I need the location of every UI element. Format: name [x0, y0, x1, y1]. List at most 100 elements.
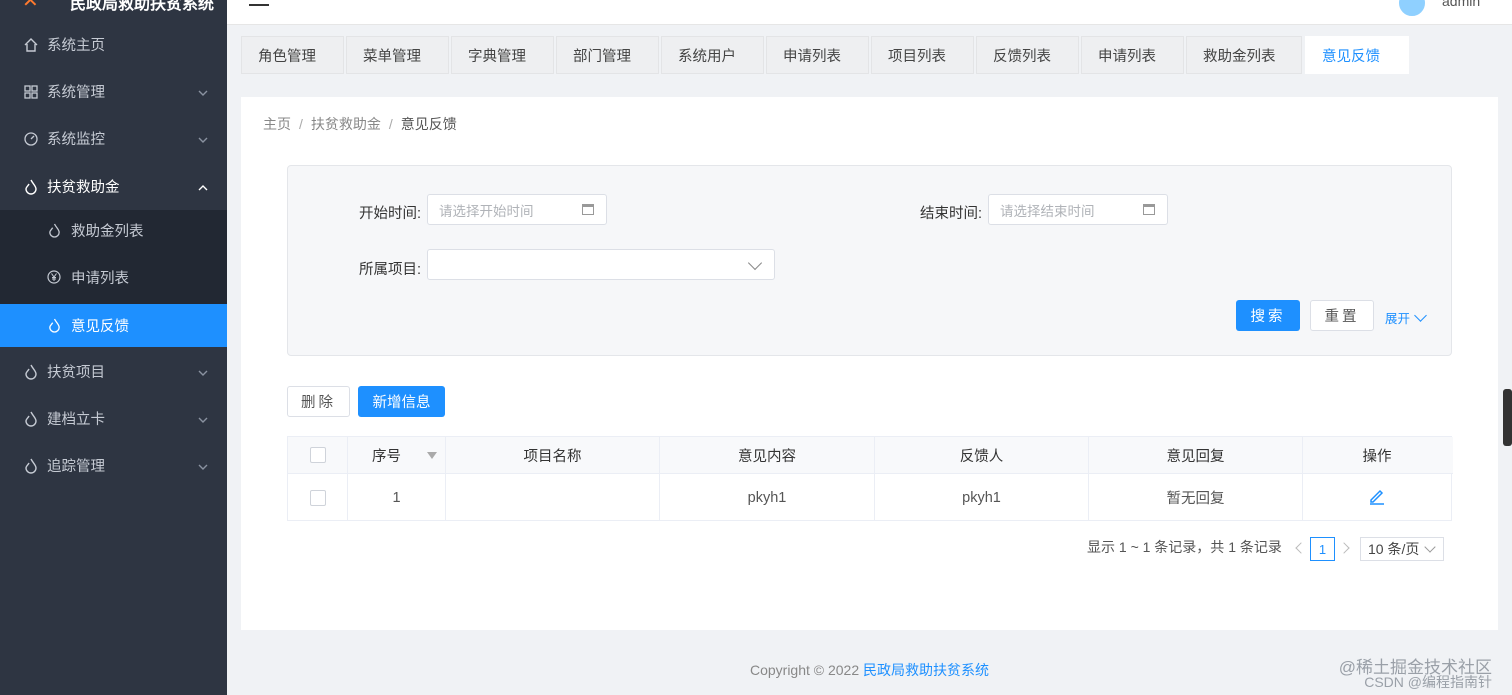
search-button[interactable]: 搜索 [1236, 300, 1300, 331]
add-button[interactable]: 新增信息 [358, 386, 445, 417]
scrollbar-grip[interactable] [1503, 389, 1512, 446]
grid-icon [22, 83, 40, 101]
reset-button[interactable]: 重置 [1310, 300, 1374, 331]
tab-feedback-list[interactable]: 反馈列表 [976, 36, 1079, 74]
column-header-label: 操作 [1362, 448, 1392, 465]
tab-aid-list[interactable]: 救助金列表 [1186, 36, 1302, 74]
tab-label: 字典管理 [468, 48, 526, 65]
cell-actions [1303, 474, 1451, 521]
row-checkbox[interactable] [309, 489, 326, 506]
sidebar-item-system-management[interactable]: 系统管理 [0, 68, 227, 115]
filter-icon[interactable] [427, 452, 437, 459]
start-time-placeholder: 请选择开始时间 [439, 203, 534, 219]
pagination-summary: 显示 1 ~ 1 条记录，共 1 条记录 [1087, 539, 1282, 555]
next-page-icon[interactable] [1338, 542, 1350, 554]
flame-icon [22, 363, 40, 381]
tab-label: 系统用户 [678, 48, 736, 65]
sidebar-item-label: 系统管理 [47, 85, 105, 101]
sidebar-item-label: 追踪管理 [47, 459, 105, 475]
footer: Copyright © 2022 民政局救助扶贫系统 [227, 660, 1512, 680]
flame-icon [46, 318, 62, 334]
column-header-index[interactable]: 序号 [348, 437, 446, 473]
cell-index: 1 [348, 474, 446, 521]
column-header-actions: 操作 [1303, 437, 1451, 473]
tab-application-list-2[interactable]: 申请列表 [1081, 36, 1184, 74]
logo-icon: ✕ [22, 0, 39, 12]
chevron-up-icon [197, 181, 209, 193]
sidebar-subitem-label: 意见反馈 [71, 319, 129, 335]
sidebar-item-label: 建档立卡 [47, 412, 105, 428]
cell-person: pkyh1 [875, 474, 1089, 521]
sidebar-submenu: 救助金列表 申请列表 意见反馈 [0, 210, 227, 347]
tab-menu-management[interactable]: 菜单管理 [346, 36, 449, 74]
expand-label: 展开 [1385, 312, 1411, 326]
table-row[interactable]: 1 pkyh1 pkyh1 暂无回复 [288, 474, 1453, 521]
feedback-table: 序号 项目名称 意见内容 反馈人 意见回复 操作 1 pkyh1 pkyh1 暂… [287, 436, 1453, 521]
row-select-cell [288, 474, 348, 521]
expand-toggle[interactable]: 展开 [1385, 308, 1427, 327]
sidebar-subitem-aid-list[interactable]: 救助金列表 [0, 210, 227, 250]
cell-project [446, 474, 660, 521]
sidebar-item-home[interactable]: 系统主页 [0, 21, 227, 68]
tab-bar: 角色管理 菜单管理 字典管理 部门管理 系统用户 申请列表 项目列表 反馈列表 … [227, 25, 1512, 85]
delete-button[interactable]: 删除 [287, 386, 350, 417]
chevron-down-icon [1424, 541, 1436, 553]
breadcrumb-parent[interactable]: 扶贫救助金 [311, 116, 381, 132]
avatar[interactable] [1397, 0, 1427, 18]
breadcrumb-home[interactable]: 主页 [263, 116, 291, 132]
calendar-icon [1143, 204, 1155, 215]
column-header-content: 意见内容 [660, 437, 875, 473]
chevron-down-icon [197, 86, 209, 98]
tab-label: 部门管理 [573, 48, 631, 65]
calendar-icon [582, 204, 594, 215]
tab-label: 反馈列表 [993, 48, 1051, 65]
watermark-csdn: CSDN @编程指南针 [1364, 674, 1492, 690]
cell-reply: 暂无回复 [1089, 474, 1303, 521]
tab-dictionary-management[interactable]: 字典管理 [451, 36, 554, 74]
tab-application-list[interactable]: 申请列表 [766, 36, 869, 74]
sidebar-item-tracking[interactable]: 追踪管理 [0, 442, 227, 489]
sidebar-subitem-feedback[interactable]: 意见反馈 [0, 304, 227, 347]
column-header-person: 反馈人 [875, 437, 1089, 473]
end-time-input[interactable]: 请选择结束时间 [988, 194, 1168, 225]
tab-system-users[interactable]: 系统用户 [661, 36, 764, 74]
tab-label: 菜单管理 [363, 48, 421, 65]
sidebar-item-registration[interactable]: 建档立卡 [0, 395, 227, 442]
edit-icon[interactable] [1368, 487, 1386, 509]
tab-project-list[interactable]: 项目列表 [871, 36, 974, 74]
breadcrumb: 主页 / 扶贫救助金 / 意见反馈 [263, 116, 457, 132]
flame-icon [46, 222, 62, 238]
chevron-down-icon [197, 413, 209, 425]
hamburger-icon[interactable] [249, 0, 269, 6]
select-all-cell [288, 437, 348, 473]
tab-feedback[interactable]: 意见反馈 [1305, 36, 1409, 74]
page-size-select[interactable]: 10 条/页 [1360, 537, 1444, 561]
table-header: 序号 项目名称 意见内容 反馈人 意见回复 操作 [288, 437, 1453, 474]
tab-role-management[interactable]: 角色管理 [241, 36, 344, 74]
chevron-down-icon [197, 366, 209, 378]
sidebar-item-poverty-projects[interactable]: 扶贫项目 [0, 348, 227, 395]
current-page-button[interactable]: 1 [1310, 537, 1335, 561]
sidebar-item-poverty-aid[interactable]: 扶贫救助金 [0, 163, 227, 210]
yen-icon [46, 269, 62, 285]
select-all-checkbox[interactable] [309, 447, 326, 463]
chevron-down-icon [197, 460, 209, 472]
project-select[interactable] [427, 249, 775, 280]
project-label: 所属项目: [359, 262, 422, 278]
chevron-down-icon [747, 255, 763, 271]
tab-label: 救助金列表 [1203, 48, 1276, 65]
footer-brand[interactable]: 民政局救助扶贫系统 [863, 662, 989, 678]
start-time-input[interactable]: 请选择开始时间 [427, 194, 607, 225]
user-name[interactable]: admin [1442, 0, 1480, 9]
sidebar-item-system-monitor[interactable]: 系统监控 [0, 115, 227, 162]
end-time-placeholder: 请选择结束时间 [1000, 203, 1095, 219]
tab-label: 申请列表 [1098, 48, 1156, 65]
sidebar-subitem-label: 申请列表 [71, 270, 129, 287]
tab-label: 角色管理 [258, 48, 316, 65]
flame-icon [22, 457, 40, 475]
flame-icon [22, 410, 40, 428]
tab-department-management[interactable]: 部门管理 [556, 36, 659, 74]
prev-page-icon[interactable] [1295, 542, 1307, 554]
sidebar-subitem-application-list[interactable]: 申请列表 [0, 257, 227, 297]
column-header-reply: 意见回复 [1089, 437, 1303, 473]
